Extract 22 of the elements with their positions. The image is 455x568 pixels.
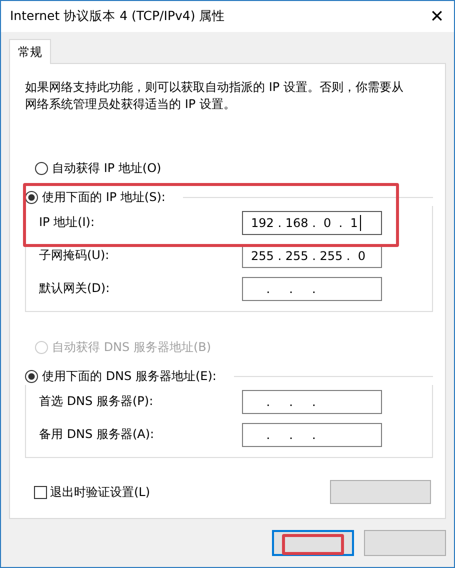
checkbox[interactable] <box>34 486 47 498</box>
radio-label: 自动获得 IP 地址(O) <box>52 160 162 176</box>
field-label: 备用 DNS 服务器(A): <box>39 426 154 443</box>
radio-button[interactable] <box>35 162 48 174</box>
window-title: Internet 协议版本 4 (TCP/IPv4) 属性 <box>10 8 226 25</box>
radio-label: 使用下面的 IP 地址(S): <box>42 188 166 206</box>
field-label: 首选 DNS 服务器(P): <box>39 393 154 410</box>
radio-label: 自动获得 DNS 服务器地址(B) <box>52 338 212 356</box>
tab[interactable]: 常规 <box>9 39 51 64</box>
radio-button[interactable] <box>25 190 38 204</box>
field-label: IP 地址(I): <box>39 214 95 231</box>
radio-button[interactable] <box>25 370 38 382</box>
ip-address-field[interactable]: 192 . 168 . 0 . 1 <box>242 210 382 234</box>
ip-address-field[interactable]: . . . <box>242 422 382 446</box>
ip-address-field[interactable]: . . . <box>242 276 382 300</box>
description-text: 如果网络支持此功能，则可以获取自动指派的 IP 设置。否则，你需要从网络系统管理员处获得适当的 IP 设置。 <box>25 79 404 113</box>
dialog-button[interactable] <box>272 530 354 556</box>
radio-label: 使用下面的 DNS 服务器地址(E): <box>42 368 216 384</box>
field-label: 子网掩码(U): <box>39 247 110 264</box>
field-label: 默认网关(D): <box>39 280 110 297</box>
ip-address-field[interactable]: . . . <box>242 390 382 414</box>
checkbox-label: 退出时验证设置(L) <box>50 484 150 500</box>
